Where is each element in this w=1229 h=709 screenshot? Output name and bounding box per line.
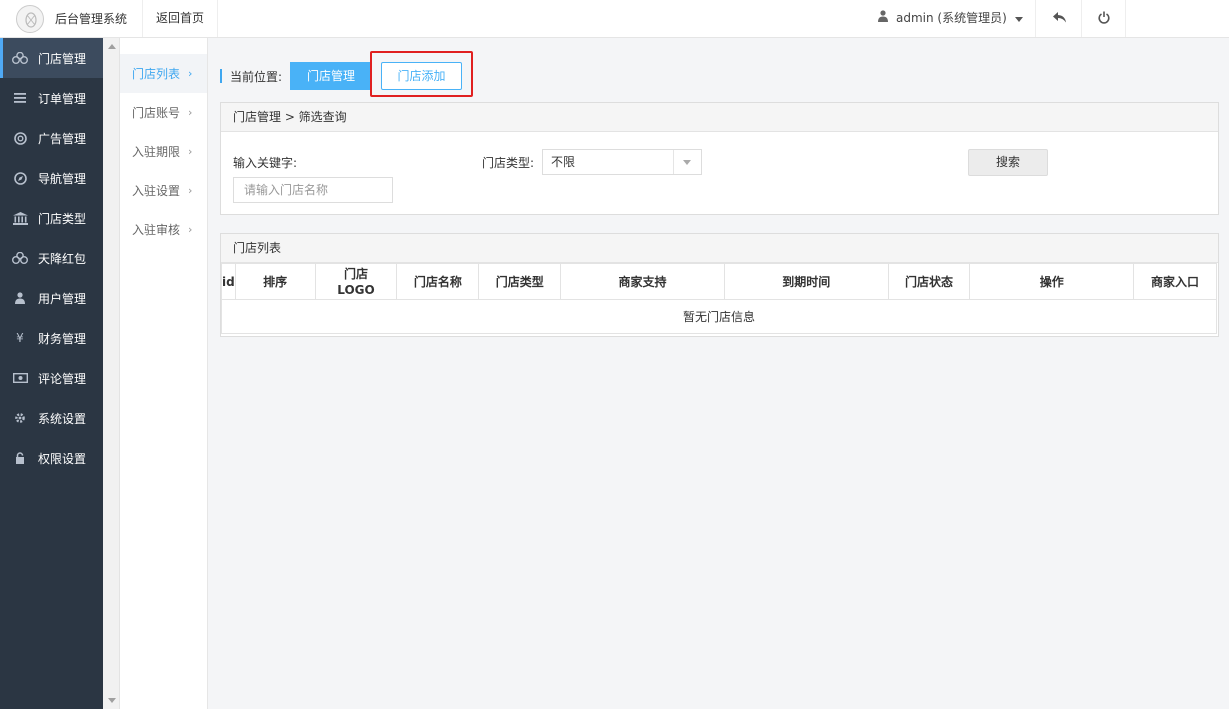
main-content: 当前位置: 门店管理 门店添加 门店管理 > 筛选查询 输入关键字: 请输入门店… bbox=[208, 38, 1229, 709]
empty-message: 暂无门店信息 bbox=[221, 299, 1217, 334]
logo-header-line2: LOGO bbox=[337, 282, 375, 297]
column-header-merchant-entry: 商家入口 bbox=[1133, 263, 1217, 300]
submenu-item-label: 入驻审核 bbox=[132, 223, 181, 237]
sidebar-item-system-settings[interactable]: 系统设置 bbox=[0, 398, 103, 438]
cubes-icon bbox=[12, 50, 28, 66]
column-header-id: id bbox=[221, 263, 236, 300]
logout-button[interactable] bbox=[1082, 0, 1126, 37]
sidebar-item-ad-management[interactable]: 广告管理 bbox=[0, 118, 103, 158]
bank-icon bbox=[12, 210, 28, 226]
table-row: 暂无门店信息 bbox=[221, 299, 1217, 334]
column-header-logo: 门店 LOGO bbox=[314, 263, 398, 300]
column-header-store-type: 门店类型 bbox=[478, 263, 562, 300]
submenu-item-label: 门店列表 bbox=[132, 67, 181, 81]
sidebar-item-red-packet[interactable]: 天降红包 bbox=[0, 238, 103, 278]
sidebar-item-comment-management[interactable]: 评论管理 bbox=[0, 358, 103, 398]
search-button[interactable]: 搜索 bbox=[968, 149, 1048, 176]
sidebar-item-label: 系统设置 bbox=[38, 411, 87, 426]
caret-down-icon bbox=[683, 160, 691, 165]
column-header-store-name: 门店名称 bbox=[396, 263, 480, 300]
submenu-item-label: 门店账号 bbox=[132, 106, 181, 120]
sidebar-scrollbar[interactable] bbox=[103, 38, 120, 709]
sidebar-item-permission-settings[interactable]: 权限设置 bbox=[0, 438, 103, 478]
sidebar-item-label: 评论管理 bbox=[38, 371, 87, 386]
reply-icon bbox=[1052, 11, 1067, 26]
column-header-merchant-support: 商家支持 bbox=[560, 263, 725, 300]
scroll-up-icon[interactable] bbox=[108, 44, 116, 49]
sub-menu: 门店列表 › 门店账号 › 入驻期限 › 入驻设置 › 入驻审核 › bbox=[120, 38, 208, 709]
money-icon bbox=[12, 370, 28, 386]
keyword-input[interactable]: 请输入门店名称 bbox=[233, 177, 393, 203]
sidebar-item-label: 订单管理 bbox=[38, 91, 87, 106]
store-type-label: 门店类型: bbox=[482, 156, 535, 170]
sidebar-item-store-type[interactable]: 门店类型 bbox=[0, 198, 103, 238]
cubes-icon bbox=[12, 250, 28, 266]
keyword-label: 输入关键字: bbox=[233, 156, 298, 170]
lock-icon bbox=[12, 450, 28, 466]
store-list-panel: 门店列表 id 排序 门店 LOGO 门店名称 门店类型 商家支持 到期时间 门… bbox=[220, 233, 1219, 337]
yen-icon: ¥ bbox=[16, 331, 24, 345]
store-list-header: 门店列表 bbox=[221, 234, 1218, 263]
filter-panel-header: 门店管理 > 筛选查询 bbox=[221, 103, 1218, 132]
store-type-value: 不限 bbox=[551, 155, 576, 169]
submenu-item-label: 入驻设置 bbox=[132, 184, 181, 198]
undo-button[interactable] bbox=[1038, 0, 1082, 37]
column-header-sort: 排序 bbox=[234, 263, 316, 300]
sidebar-item-label: 用户管理 bbox=[38, 291, 87, 306]
filter-panel: 门店管理 > 筛选查询 输入关键字: 请输入门店名称 门店类型: 不限 搜索 bbox=[220, 102, 1219, 215]
scroll-down-icon[interactable] bbox=[108, 698, 116, 703]
submenu-item-store-account[interactable]: 门店账号 › bbox=[120, 93, 207, 132]
breadcrumb-marker bbox=[220, 69, 222, 83]
chevron-right-icon: › bbox=[188, 67, 193, 80]
sidebar-item-label: 导航管理 bbox=[38, 171, 87, 186]
select-caret bbox=[673, 150, 701, 174]
power-icon bbox=[1097, 11, 1110, 27]
column-header-store-status: 门店状态 bbox=[887, 263, 971, 300]
compass-icon bbox=[12, 170, 28, 186]
sidebar-item-label: 门店管理 bbox=[38, 51, 87, 66]
submenu-item-entry-period[interactable]: 入驻期限 › bbox=[120, 132, 207, 171]
add-store-button[interactable]: 门店添加 bbox=[381, 62, 462, 90]
sidebar-item-label: 门店类型 bbox=[38, 211, 87, 226]
store-management-button[interactable]: 门店管理 bbox=[290, 62, 373, 90]
sidebar-item-user-management[interactable]: 用户管理 bbox=[0, 278, 103, 318]
sidebar-item-label: 财务管理 bbox=[38, 331, 87, 346]
sidebar-item-label: 权限设置 bbox=[38, 451, 87, 466]
submenu-item-entry-review[interactable]: 入驻审核 › bbox=[120, 210, 207, 249]
chevron-right-icon: › bbox=[188, 223, 193, 236]
submenu-item-label: 入驻期限 bbox=[132, 145, 181, 159]
store-type-select[interactable]: 不限 bbox=[542, 149, 702, 175]
submenu-item-entry-settings[interactable]: 入驻设置 › bbox=[120, 171, 207, 210]
sidebar-item-store-management[interactable]: 门店管理 bbox=[0, 38, 103, 78]
lifebuoy-icon bbox=[12, 130, 28, 146]
column-header-actions: 操作 bbox=[969, 263, 1135, 300]
breadcrumb: 当前位置: 门店管理 bbox=[220, 62, 373, 90]
table-header-row: id 排序 门店 LOGO 门店名称 门店类型 商家支持 到期时间 门店状态 操… bbox=[221, 263, 1217, 300]
sidebar-item-finance-management[interactable]: ¥ 财务管理 bbox=[0, 318, 103, 358]
gear-icon bbox=[12, 410, 28, 426]
chevron-right-icon: › bbox=[188, 184, 193, 197]
chevron-right-icon: › bbox=[188, 106, 193, 119]
logo-icon bbox=[16, 5, 44, 33]
store-table: id 排序 门店 LOGO 门店名称 门店类型 商家支持 到期时间 门店状态 操… bbox=[221, 263, 1217, 334]
sidebar-item-order-management[interactable]: 订单管理 bbox=[0, 78, 103, 118]
column-header-expire-time: 到期时间 bbox=[723, 263, 889, 300]
submenu-item-store-list[interactable]: 门店列表 › bbox=[120, 54, 207, 93]
caret-down-icon bbox=[1014, 0, 1023, 37]
user-menu[interactable]: admin (系统管理员) bbox=[866, 0, 1036, 37]
sidebar-item-nav-management[interactable]: 导航管理 bbox=[0, 158, 103, 198]
chevron-right-icon: › bbox=[188, 145, 193, 158]
back-home-link[interactable]: 返回首页 bbox=[142, 0, 219, 37]
main-sidebar: 门店管理 订单管理 广告管理 导航管理 门店类型 天降红包 用户管理 ¥ 财务管… bbox=[0, 38, 103, 709]
location-label: 当前位置: bbox=[230, 69, 283, 84]
user-name: admin (系统管理员) bbox=[896, 11, 1007, 25]
system-title: 后台管理系统 bbox=[55, 12, 128, 26]
user-icon bbox=[12, 290, 28, 306]
sidebar-item-label: 天降红包 bbox=[38, 251, 87, 266]
list-icon bbox=[12, 90, 28, 106]
sidebar-item-label: 广告管理 bbox=[38, 131, 87, 146]
user-icon bbox=[878, 0, 888, 37]
top-bar: 后台管理系统 返回首页 admin (系统管理员) bbox=[0, 0, 1229, 38]
logo-header-line1: 门店 bbox=[344, 266, 369, 281]
